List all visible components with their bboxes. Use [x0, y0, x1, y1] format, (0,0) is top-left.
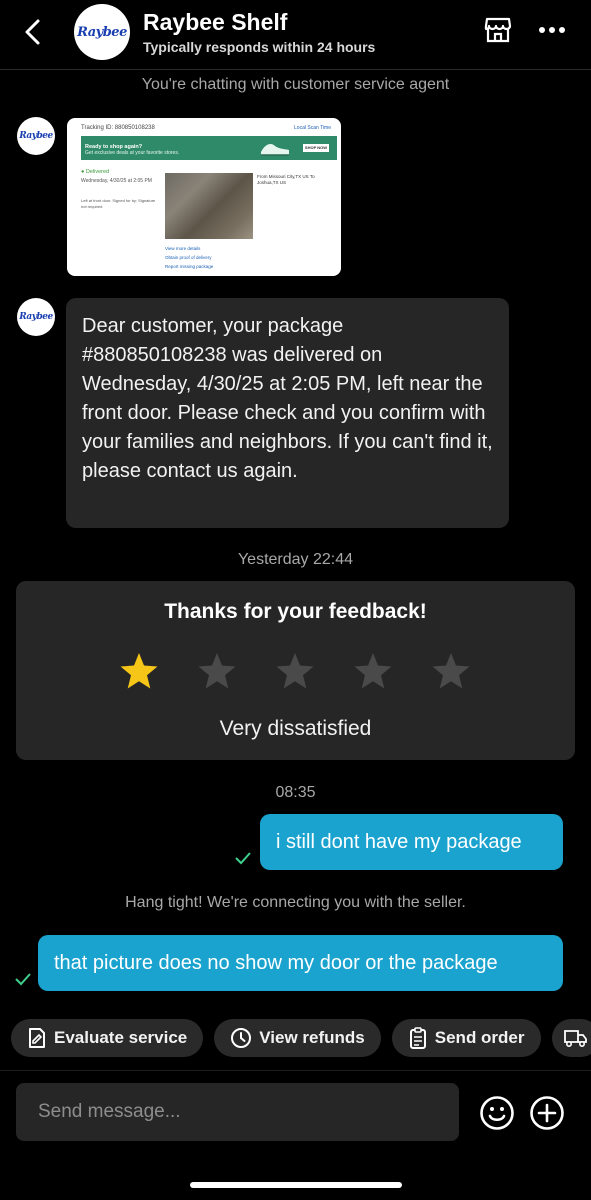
user-message-text: i still dont have my package	[276, 830, 522, 853]
tracking-screenshot-image[interactable]: Tracking ID: 880850108238 Local Scan Tim…	[67, 118, 341, 276]
shop-avatar[interactable]: Raybee	[74, 4, 130, 60]
home-indicator	[190, 1182, 402, 1188]
plus-circle-icon	[530, 1096, 564, 1130]
tracking-link: Obtain proof of delivery	[165, 255, 212, 260]
edit-document-icon	[29, 1028, 45, 1048]
user-message-bubble[interactable]: that picture does no show my door or the…	[38, 935, 563, 991]
agent-logo: Raybee	[19, 312, 53, 322]
clipboard-icon	[409, 1027, 426, 1049]
response-time-text: Typically responds within 24 hours	[143, 39, 376, 55]
star-icon[interactable]	[275, 651, 315, 691]
quick-actions-bar: Evaluate service View refunds Send order	[11, 1019, 591, 1057]
rating-label: Very dissatisfied	[219, 717, 372, 740]
tracking-id-label: Tracking ID: 880850108238	[81, 125, 155, 131]
message-input[interactable]	[16, 1083, 459, 1141]
star-icon[interactable]	[431, 651, 471, 691]
message-timestamp: Yesterday 22:44	[237, 551, 354, 568]
agent-avatar[interactable]: Raybee	[17, 117, 55, 155]
track-shipping-button[interactable]	[551, 1019, 591, 1057]
chevron-left-icon	[25, 19, 40, 45]
promo-banner: Ready to shop again? Get exclusive deals…	[81, 136, 337, 160]
check-icon	[235, 852, 251, 865]
send-order-button[interactable]: Send order	[391, 1019, 541, 1057]
chip-label: View refunds	[259, 1028, 365, 1047]
route-info: From Missouri City,TX US To Joshua,TX US	[257, 174, 315, 185]
connecting-note: Hang tight! We're connecting you with th…	[125, 894, 466, 911]
agent-avatar[interactable]: Raybee	[17, 298, 55, 336]
star-icon[interactable]	[197, 651, 237, 691]
chat-header: Raybee Raybee Shelf Typically responds w…	[0, 0, 591, 70]
check-icon	[15, 973, 31, 986]
star-icon[interactable]	[119, 651, 159, 691]
banner-shop-button: SHOP NOW	[303, 144, 329, 152]
tracking-links: View more details Obtain proof of delive…	[165, 244, 213, 271]
chip-label: Send order	[434, 1028, 525, 1047]
star-rating	[119, 651, 471, 691]
delivered-date: Wednesday, 4/30/25 at 2:05 PM	[81, 178, 152, 184]
more-horizontal-icon	[539, 27, 565, 33]
truck-icon	[563, 1030, 587, 1048]
user-message-text: that picture does no show my door or the…	[54, 951, 498, 974]
view-refunds-button[interactable]: View refunds	[214, 1019, 381, 1057]
store-button[interactable]	[480, 12, 516, 48]
agent-logo: Raybee	[19, 131, 53, 141]
more-options-button[interactable]	[534, 12, 570, 48]
evaluate-service-button[interactable]: Evaluate service	[11, 1019, 204, 1057]
user-message-bubble[interactable]: i still dont have my package	[260, 814, 563, 870]
delivered-status: ● Delivered	[81, 169, 110, 175]
composer-divider	[0, 1070, 591, 1071]
message-timestamp: 08:35	[275, 784, 316, 801]
chip-label: Evaluate service	[54, 1028, 188, 1047]
star-icon[interactable]	[353, 651, 393, 691]
shop-logo: Raybee	[77, 24, 127, 40]
emoji-button[interactable]	[479, 1095, 515, 1131]
feedback-card: Thanks for your feedback! Very dissatisf…	[16, 581, 575, 760]
shop-title[interactable]: Raybee Shelf	[143, 9, 287, 36]
scan-time-label: Local Scan Time	[294, 125, 331, 131]
clock-icon	[231, 1028, 252, 1048]
back-button[interactable]	[14, 14, 50, 50]
system-note: You're chatting with customer service ag…	[141, 76, 450, 93]
agent-message-bubble[interactable]: Dear customer, your package #88085010823…	[66, 298, 509, 528]
tracking-link: Report missing package	[165, 264, 214, 269]
add-attachment-button[interactable]	[529, 1095, 565, 1131]
delivered-status-text: Delivered	[85, 169, 110, 175]
emoji-icon	[480, 1096, 514, 1130]
delivery-note: Left at front door. Signed for by: Signa…	[81, 198, 156, 209]
proof-of-delivery-photo	[165, 173, 253, 239]
tracking-link: View more details	[165, 246, 201, 251]
storefront-icon	[484, 17, 512, 43]
banner-subtitle: Get exclusive deals at your favorite sto…	[85, 150, 180, 156]
shoe-icon	[261, 144, 289, 156]
feedback-title: Thanks for your feedback!	[164, 600, 427, 623]
